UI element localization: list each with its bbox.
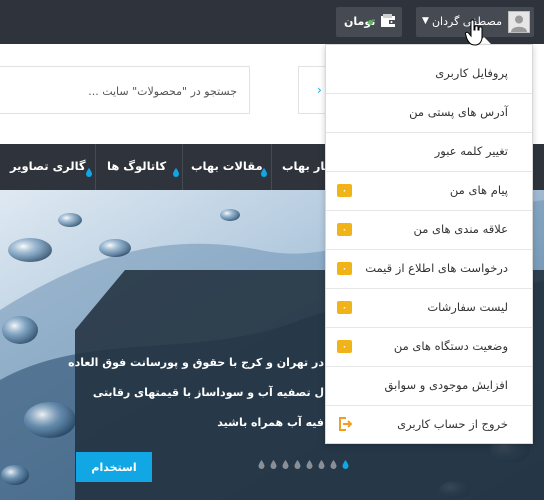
wallet-status-dot — [368, 20, 373, 25]
nav-item-catalogs[interactable]: کاتالوگ ها — [107, 159, 166, 173]
count-badge: ٠ — [337, 184, 352, 197]
wallet-icon — [380, 13, 396, 29]
slider-dot[interactable] — [330, 460, 337, 469]
search-category-arrow-icon: › — [317, 83, 322, 97]
water-drop-icon — [86, 162, 92, 177]
menu-item-favorites[interactable]: علاقه مندی های من ٠ — [326, 210, 532, 250]
menu-item-label: آدرس های پستی من — [409, 105, 508, 119]
slider-pagination — [258, 460, 358, 472]
menu-item-profile[interactable]: پروفایل کاربری — [326, 54, 532, 94]
menu-item-change-password[interactable]: تغییر کلمه عبور — [326, 132, 532, 172]
slider-dot[interactable] — [282, 460, 289, 469]
menu-item-orders[interactable]: لیست سفارشات ٠ — [326, 288, 532, 328]
nav-separator — [271, 144, 272, 190]
nav-item-articles[interactable]: مقالات بهاب — [191, 159, 263, 173]
menu-item-label: درخواست های اطلاع از قیمت — [365, 261, 508, 275]
menu-item-label: خروج از حساب کاربری — [397, 417, 508, 431]
caret-down-icon: ▼ — [422, 16, 429, 26]
search-category-select[interactable]: › — [298, 66, 328, 114]
slider-dot[interactable] — [258, 460, 265, 469]
menu-item-logout[interactable]: خروج از حساب کاربری — [326, 405, 532, 444]
count-badge: ٠ — [337, 301, 352, 314]
count-badge: ٠ — [337, 262, 352, 275]
nav-item-gallery[interactable]: گالری تصاویر — [10, 159, 86, 173]
count-badge: ٠ — [337, 223, 352, 236]
menu-item-label: وضعیت دستگاه های من — [393, 339, 508, 353]
top-bar: ▼ مصطفی گردان تومان — [0, 0, 544, 44]
menu-item-balance[interactable]: افزایش موجودی و سوابق — [326, 366, 532, 406]
search-input[interactable] — [15, 80, 239, 102]
menu-item-device-status[interactable]: وضعیت دستگاه های من ٠ — [326, 327, 532, 367]
user-avatar-icon — [508, 11, 530, 33]
slider-dot[interactable] — [270, 460, 277, 469]
slider-dot[interactable] — [318, 460, 325, 469]
hero-text-line-3: فیه آب همراه باشید — [217, 416, 324, 429]
menu-item-price-requests[interactable]: درخواست های اطلاع از قیمت ٠ — [326, 249, 532, 289]
menu-item-label: لیست سفارشات — [427, 300, 508, 314]
slider-dot-active[interactable] — [342, 460, 349, 469]
hero-text-line-1: در تهران و کرج با حقوق و پورسانت فوق الع… — [68, 356, 324, 369]
menu-item-label: پروفایل کاربری — [435, 66, 508, 80]
water-drop-icon — [261, 162, 267, 177]
water-drop-icon — [173, 162, 179, 177]
hiring-button[interactable]: استخدام — [76, 452, 152, 482]
wallet-button[interactable]: تومان — [336, 7, 402, 37]
logout-icon — [337, 416, 353, 432]
menu-item-addresses[interactable]: آدرس های پستی من — [326, 93, 532, 133]
menu-item-label: افزایش موجودی و سوابق — [384, 378, 508, 392]
nav-separator — [182, 144, 183, 190]
nav-separator — [95, 144, 96, 190]
menu-item-messages[interactable]: پیام های من ٠ — [326, 171, 532, 211]
slider-dot[interactable] — [294, 460, 301, 469]
user-menu-dropdown: پروفایل کاربری آدرس های پستی من تغییر کل… — [325, 44, 533, 444]
hero-text-line-2: ل تصفیه آب و سوداساز با قیمتهای رقابتی — [92, 386, 324, 399]
menu-item-label: علاقه مندی های من — [413, 222, 508, 236]
search-field[interactable] — [0, 66, 250, 114]
hand-pointer-icon — [464, 19, 485, 47]
menu-item-label: پیام های من — [449, 183, 508, 197]
menu-item-label: تغییر کلمه عبور — [434, 144, 508, 158]
slider-dot[interactable] — [306, 460, 313, 469]
count-badge: ٠ — [337, 340, 352, 353]
